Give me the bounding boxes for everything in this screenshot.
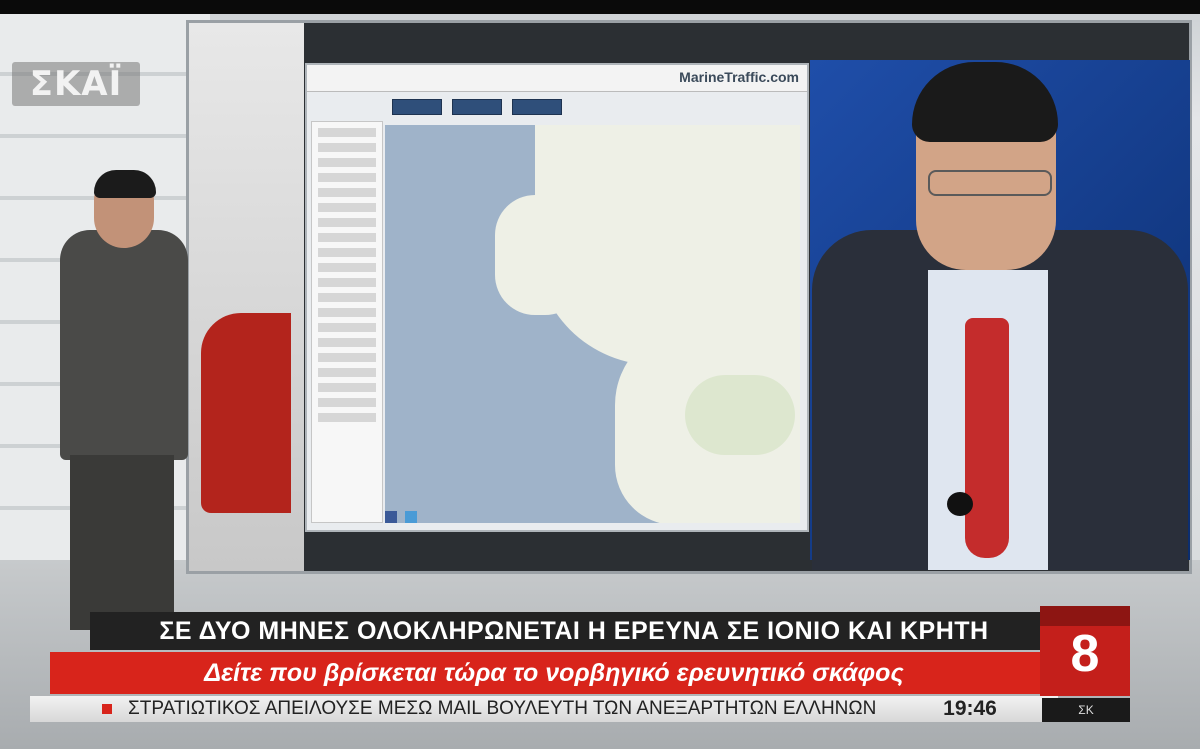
lower-third: ΣΕ ΔΥΟ ΜΗΝΕΣ ΟΛΟΚΛΗΡΩΝΕΤΑΙ Η ΕΡΕΥΝΑ ΣΕ Ι… [30,612,1058,724]
sidebar-row [318,293,376,302]
site-title: MarineTraffic.com [679,69,799,85]
sidebar-row [318,263,376,272]
sidebar-row [318,383,376,392]
sidebar-row [318,158,376,167]
sidebar-row [318,218,376,227]
sidebar-row [318,413,376,422]
red-graphic [201,313,291,513]
nav-tab [512,99,562,115]
tv-frame: ΣΚΑΪ MarineTraffic.com ΣΕ ΔΥΟ ΜΗΝΕΣ ΟΛΟΚ… [0,0,1200,749]
news-crawl: ΣΤΡΑΤΙΩΤΙΚΟΣ ΑΠΕΙΛΟΥΣΕ ΜΕΣΩ MAIL ΒΟΥΛΕΥΤ… [128,698,877,719]
facebook-icon [385,511,397,523]
sidebar-row [318,248,376,257]
sidebar-row [318,353,376,362]
anchor-tie [965,318,1009,558]
sidebar-row [318,398,376,407]
nav-tab [392,99,442,115]
channel-logo: ΣΚΑΪ [12,62,140,106]
headline-bar: ΣΕ ΔΥΟ ΜΗΝΕΣ ΟΛΟΚΛΗΡΩΝΕΤΑΙ Η ΕΡΕΥΝΑ ΣΕ Ι… [90,612,1058,650]
site-nav [392,99,562,115]
sidebar-row [318,173,376,182]
subheadline: Δείτε που βρίσκεται τώρα το νορβηγικό ερ… [204,659,904,687]
map-land [685,375,795,455]
browser-window: MarineTraffic.com [305,63,809,532]
studio-presenter [60,170,190,630]
browser-footer [385,510,800,524]
sidebar-row [318,128,376,137]
sidebar-row [318,143,376,152]
sidebar-row [318,203,376,212]
anchor-glasses [928,170,1052,196]
channel-number: 8 [1070,625,1100,683]
sidebar-row [318,338,376,347]
map-sidebar [311,121,383,523]
map-land [495,195,585,315]
sidebar-row [318,233,376,242]
crawl-bullet-icon [102,704,112,714]
presenter-hair [94,170,156,198]
headline: ΣΕ ΔΥΟ ΜΗΝΕΣ ΟΛΟΚΛΗΡΩΝΕΤΑΙ Η ΕΡΕΥΝΑ ΣΕ Ι… [159,617,989,645]
twitter-icon [405,511,417,523]
sidebar-row [318,308,376,317]
presenter-body [60,230,188,460]
display-left-panel [189,23,304,571]
browser-toolbar: MarineTraffic.com [307,65,807,92]
sidebar-row [318,278,376,287]
nav-tab [452,99,502,115]
marine-map [385,125,800,523]
sidebar-row [318,323,376,332]
clock: 19:46 [943,697,997,720]
microphone-icon [947,492,973,516]
presenter-legs [70,455,174,630]
sidebar-row [318,368,376,377]
channel-badge: ΣΚ [1042,698,1130,722]
sidebar-row [318,188,376,197]
